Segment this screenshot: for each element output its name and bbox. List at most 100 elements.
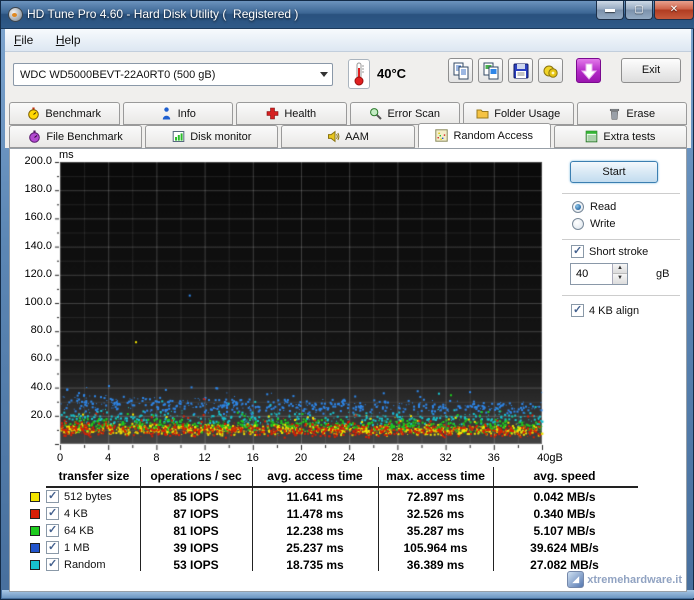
cell-max: 35.287 ms: [378, 524, 493, 538]
app-disk-icon: [8, 7, 23, 22]
read-radio[interactable]: [572, 201, 584, 213]
tab-aam[interactable]: AAM: [281, 125, 414, 148]
row-checkbox[interactable]: [46, 541, 59, 554]
write-label: Write: [590, 218, 615, 230]
random-access-panel: ms 20.040.060.080.0100.0120.0140.0160.01…: [9, 148, 687, 592]
tab-benchmark[interactable]: Benchmark: [9, 102, 120, 125]
copy-pages-button[interactable]: [448, 58, 473, 83]
y-axis-label: 100.0: [12, 296, 52, 308]
exit-button[interactable]: Exit: [621, 58, 681, 83]
cell-speed: 0.042 MB/s: [493, 490, 636, 504]
tab-info[interactable]: Info: [123, 102, 234, 125]
title-bar[interactable]: HD Tune Pro 4.60 - Hard Disk Utility ( R…: [1, 1, 694, 29]
extra-tests-icon: [585, 130, 598, 143]
watermark[interactable]: ◢ xtremehardware.it: [567, 571, 682, 588]
cell-avg: 25.237 ms: [252, 541, 378, 555]
tab-random-access[interactable]: Random Access: [418, 123, 551, 148]
tab-folder-usage[interactable]: Folder Usage: [463, 102, 574, 125]
toolbar: WDC WD5000BEVT-22A0RT0 (500 gB) 40°C: [5, 52, 691, 101]
row-checkbox[interactable]: [46, 507, 59, 520]
tab-label: Disk monitor: [190, 131, 251, 143]
menu-file[interactable]: File: [5, 29, 42, 47]
x-axis-label: 32: [429, 452, 463, 464]
row-label: 1 MB: [64, 542, 90, 554]
row-label: 4 KB: [64, 508, 88, 520]
col-transfer-size: transfer size: [48, 469, 140, 483]
row-checkbox[interactable]: [46, 558, 59, 571]
tab-health[interactable]: Health: [236, 102, 347, 125]
align-label: 4 KB align: [589, 305, 639, 317]
cell-ops: 81 IOPS: [140, 524, 252, 538]
cell-avg: 12.238 ms: [252, 524, 378, 538]
col-max-access: max. access time: [378, 469, 493, 483]
tab-label: Extra tests: [603, 131, 655, 143]
tab-label: File Benchmark: [46, 131, 122, 143]
cell-ops: 87 IOPS: [140, 507, 252, 521]
x-axis-label: 24: [332, 452, 366, 464]
tab-disk-monitor[interactable]: Disk monitor: [145, 125, 278, 148]
download-arrow-icon: [578, 60, 600, 82]
x-axis-label: 12: [188, 452, 222, 464]
series-swatch: [30, 509, 40, 519]
short-stroke-size-input[interactable]: [574, 267, 614, 281]
write-radio[interactable]: [572, 218, 584, 230]
tab-label: Random Access: [453, 130, 532, 142]
magnifier-icon: [369, 107, 382, 120]
spinner-up-button[interactable]: ▲: [612, 264, 627, 274]
tab-strip: Benchmark Info Health Error Scan Folder …: [5, 101, 691, 148]
tab-file-benchmark[interactable]: File Benchmark: [9, 125, 142, 148]
tab-label: Info: [178, 108, 196, 120]
separator: [562, 295, 680, 296]
row-label: 512 bytes: [64, 491, 112, 503]
tab-error-scan[interactable]: Error Scan: [350, 102, 461, 125]
x-axis-label: 8: [139, 452, 173, 464]
row-checkbox[interactable]: [46, 524, 59, 537]
tab-erase[interactable]: Erase: [577, 102, 688, 125]
folder-icon: [476, 107, 489, 120]
short-stroke-size-field[interactable]: ▲ ▼: [570, 263, 628, 285]
x-axis-label: 28: [380, 452, 414, 464]
y-axis-label: 80.0: [12, 324, 52, 336]
bar-chart-icon: [172, 130, 185, 143]
trash-icon: [608, 107, 621, 120]
row-checkbox[interactable]: [46, 490, 59, 503]
cell-max: 105.964 ms: [378, 541, 493, 555]
col-operations: operations / sec: [140, 469, 252, 483]
tab-label: Error Scan: [387, 108, 440, 120]
copy-pages-icon: [450, 60, 472, 82]
minimize-button[interactable]: ▬: [596, 1, 624, 20]
col-avg-speed: avg. speed: [493, 469, 636, 483]
tab-label: Folder Usage: [494, 108, 560, 120]
gauge-purple-icon: [28, 130, 41, 143]
drive-selector-value: WDC WD5000BEVT-22A0RT0 (500 gB): [20, 69, 215, 81]
y-axis-label: 40.0: [12, 381, 52, 393]
watermark-text: xtremehardware.it: [587, 574, 682, 586]
short-stroke-checkbox[interactable]: [571, 245, 584, 258]
series-swatch: [30, 526, 40, 536]
maximize-button[interactable]: ▢: [625, 1, 653, 20]
tab-extra-tests[interactable]: Extra tests: [554, 125, 687, 148]
align-checkbox[interactable]: [571, 304, 584, 317]
copy-image-button[interactable]: [478, 58, 503, 83]
cell-avg: 11.478 ms: [252, 507, 378, 521]
gauge-yellow-icon: [27, 107, 40, 120]
col-avg-access: avg. access time: [252, 469, 378, 483]
save-icon: [510, 60, 532, 82]
save-button[interactable]: [508, 58, 533, 83]
download-button[interactable]: [576, 58, 601, 83]
spinner-down-button[interactable]: ▼: [612, 274, 627, 284]
series-swatch: [30, 492, 40, 502]
tab-label: AAM: [345, 131, 369, 143]
cell-speed: 0.340 MB/s: [493, 507, 636, 521]
y-axis-label: 200.0: [12, 155, 52, 167]
close-button[interactable]: ✕: [654, 1, 694, 20]
x-axis-label: 20: [284, 452, 318, 464]
menu-help[interactable]: Help: [47, 29, 90, 47]
health-cross-icon: [266, 107, 279, 120]
cell-speed: 27.082 MB/s: [493, 558, 636, 572]
start-button[interactable]: Start: [570, 161, 658, 183]
export-button[interactable]: [538, 58, 563, 83]
tab-label: Erase: [626, 108, 655, 120]
drive-selector[interactable]: WDC WD5000BEVT-22A0RT0 (500 gB): [13, 63, 333, 86]
tab-label: Benchmark: [45, 108, 101, 120]
